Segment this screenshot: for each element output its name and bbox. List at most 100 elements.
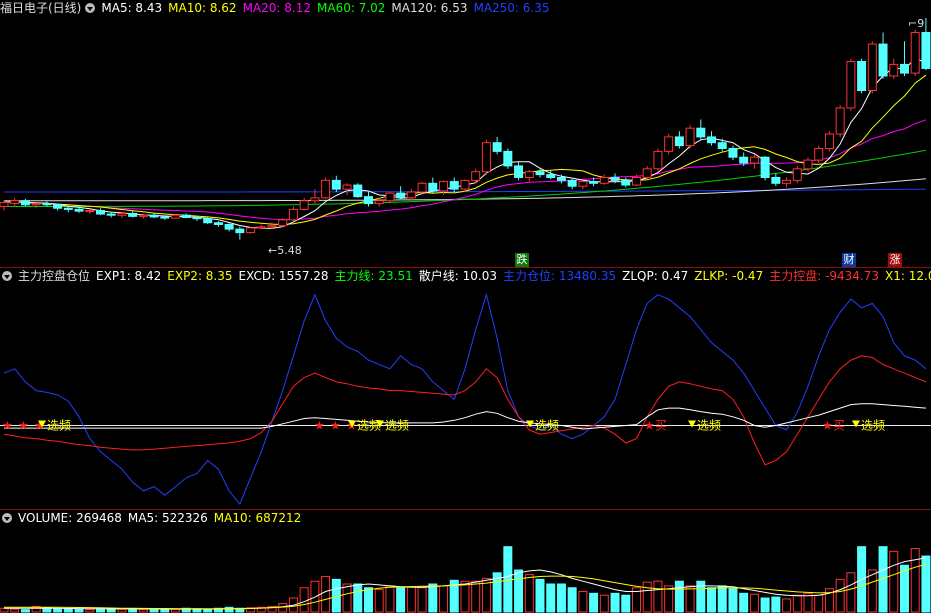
candle: [782, 177, 792, 188]
candle-body: [567, 179, 577, 187]
candle: [31, 202, 41, 209]
candle: [63, 206, 73, 213]
volume-bar: [685, 585, 695, 613]
candle-body: [589, 181, 599, 184]
candle: [278, 218, 288, 227]
volume-bar: [10, 608, 20, 613]
candle-body: [546, 174, 556, 179]
volume-bar: [739, 592, 749, 613]
candle: [492, 136, 502, 155]
candle: [653, 148, 663, 172]
candle: [171, 214, 181, 219]
candlestick-chart[interactable]: [0, 0, 931, 267]
candle-body: [524, 171, 534, 178]
stock-title[interactable]: 福日电子(日线): [0, 1, 81, 15]
candle-body: [878, 43, 888, 77]
volume-bar: [321, 576, 331, 613]
badge-finance[interactable]: 财: [842, 253, 856, 267]
candle-body: [621, 179, 631, 186]
candle-body: [835, 107, 845, 135]
indicator-value: ZLKP: -0.47: [694, 269, 764, 283]
volume-bar: [664, 585, 674, 613]
candle-body: [792, 168, 802, 181]
volume-bar: [74, 608, 84, 613]
candle: [867, 41, 877, 94]
badge-rise[interactable]: 涨: [888, 253, 902, 267]
candle-body: [578, 181, 588, 187]
indicator-value: MA10: 8.62: [168, 1, 237, 15]
candle-body: [599, 177, 609, 184]
candle-body: [642, 168, 652, 179]
volume-bar: [63, 608, 73, 613]
volume-bar: [728, 588, 738, 613]
indicator-value: 主力线: 23.51: [334, 269, 413, 283]
candle: [728, 145, 738, 161]
candle-body: [310, 197, 320, 202]
candle-body: [685, 127, 695, 147]
ma60-line: [4, 149, 926, 207]
indicator-value: VOLUME: 269468: [18, 511, 122, 525]
candle-body: [857, 61, 867, 91]
volume-bar: [363, 587, 373, 613]
volume-bar: [589, 592, 599, 613]
volume-bar: [782, 598, 792, 613]
volume-bar: [599, 594, 609, 613]
candle-body: [235, 228, 245, 234]
dropdown-icon[interactable]: [2, 513, 12, 523]
indicator-panel: 主力控盘仓位 EXP1: 8.42 EXP2: 8.35 EXCD: 1557.28 主…: [0, 268, 931, 509]
indicator-chart[interactable]: ★★★★★★选频选频选频选频选频选频★买★买: [0, 268, 931, 509]
candle-body: [374, 200, 384, 205]
candle-body: [696, 127, 706, 138]
candle: [42, 201, 52, 207]
candle: [621, 177, 631, 188]
volume-bar: [921, 555, 931, 613]
indicator-value: MA20: 8.12: [242, 1, 311, 15]
candle-body: [492, 142, 502, 152]
select-label: 选频: [385, 419, 409, 433]
volume-bar: [760, 597, 770, 613]
star-marker: ★: [18, 419, 29, 433]
volume-bar: [567, 587, 577, 613]
candle-body: [846, 61, 856, 109]
candle-body: [674, 136, 684, 147]
candle: [524, 169, 534, 182]
volume-bar: [160, 609, 170, 613]
volume-bar: [85, 609, 95, 613]
volume-bar: [53, 608, 63, 613]
candle-body: [514, 165, 524, 178]
volume-bar: [707, 587, 717, 613]
indicator-value: 主力仓位: 13480.35: [502, 269, 617, 283]
candle: [707, 131, 717, 146]
volume-bar: [203, 608, 213, 613]
indicator-value: MA250: 6.35: [473, 1, 550, 15]
candle: [599, 174, 609, 186]
candle-body: [321, 179, 331, 199]
candle-body: [428, 182, 438, 192]
select-label: 选频: [535, 419, 559, 433]
indicator-value: MA5: 8.43: [101, 1, 163, 15]
candle: [664, 134, 674, 155]
badge-fall[interactable]: 跌: [515, 253, 529, 267]
dropdown-icon[interactable]: [2, 271, 12, 281]
select-label: 选频: [697, 419, 721, 433]
candle-body: [331, 179, 341, 190]
ma20-line: [3, 119, 927, 221]
volume-bar: [653, 580, 663, 613]
candle-body: [160, 216, 170, 219]
candle: [85, 209, 95, 215]
candle: [760, 156, 770, 181]
volume-values: VOLUME: 269468 MA5: 522326 MA10: 687212: [18, 511, 307, 525]
candle-body: [664, 136, 674, 152]
indicator-title[interactable]: 主力控盘仓位: [18, 269, 90, 283]
volume-bar: [171, 608, 181, 613]
volume-bar: [889, 550, 899, 613]
candle: [363, 192, 373, 207]
volume-bar: [514, 569, 524, 613]
candle: [674, 131, 684, 149]
series-line: [3, 355, 927, 466]
candle-body: [203, 218, 213, 224]
dropdown-icon[interactable]: [85, 3, 96, 13]
candle-body: [95, 210, 105, 215]
candle-body: [739, 156, 749, 164]
candle-body: [749, 156, 759, 164]
